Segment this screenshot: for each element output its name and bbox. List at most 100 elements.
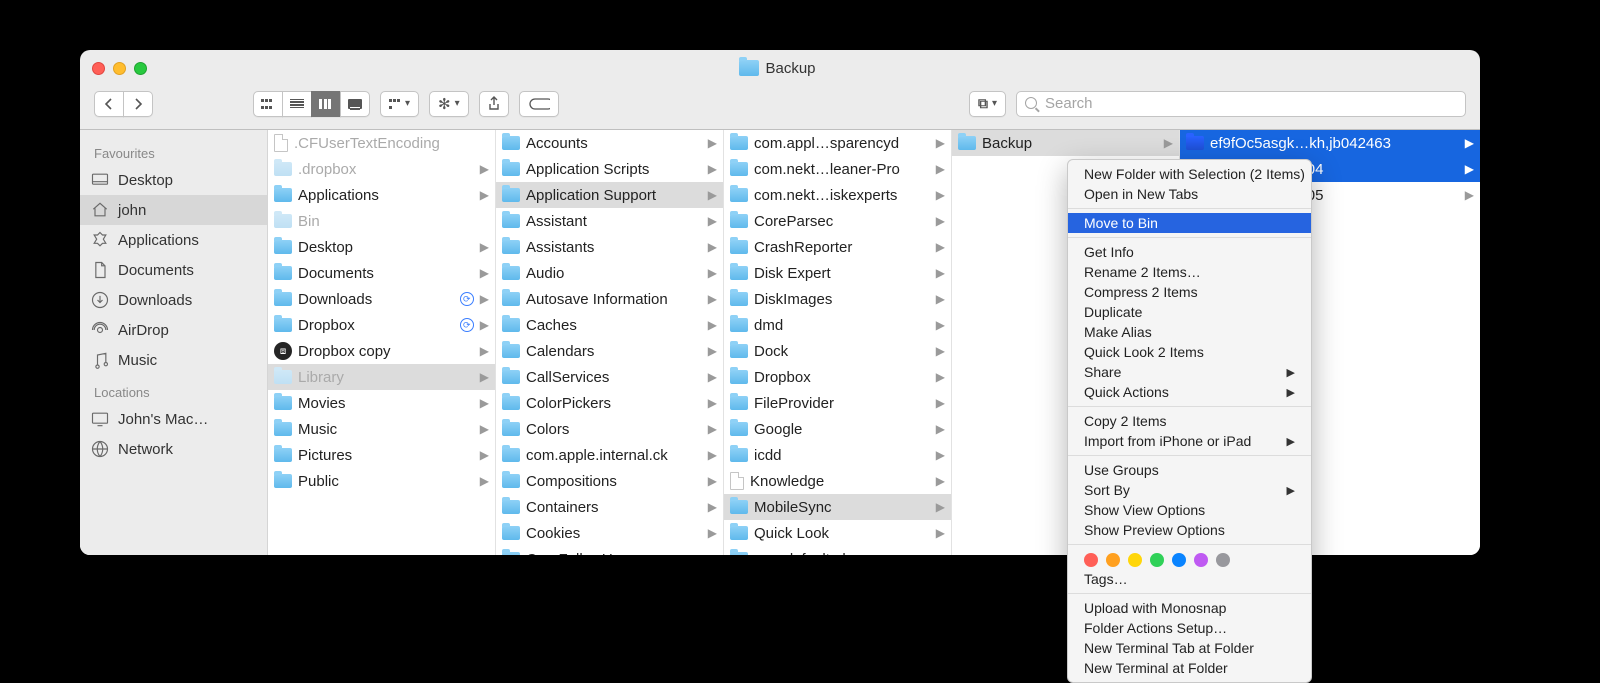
tag-color-dot[interactable] — [1216, 553, 1230, 567]
menu-item[interactable]: Move to Bin — [1068, 213, 1311, 233]
finder-item[interactable]: Accounts▶ — [496, 130, 723, 156]
finder-item[interactable]: ⧈Dropbox copy▶ — [268, 338, 495, 364]
finder-item[interactable]: dmd▶ — [724, 312, 951, 338]
finder-item[interactable]: Quick Look▶ — [724, 520, 951, 546]
finder-item[interactable]: com.appl…sparencyd▶ — [724, 130, 951, 156]
sidebar-item-downloads[interactable]: Downloads — [80, 285, 267, 315]
menu-item[interactable]: Sort By▶ — [1068, 480, 1311, 500]
menu-item[interactable]: Folder Actions Setup… — [1068, 618, 1311, 638]
group-by-button[interactable]: ▾ — [380, 91, 419, 117]
finder-item[interactable]: com.nekt…iskexperts▶ — [724, 182, 951, 208]
sidebar-item-desktop[interactable]: Desktop — [80, 165, 267, 195]
finder-item[interactable]: Colors▶ — [496, 416, 723, 442]
menu-item[interactable]: Quick Look 2 Items — [1068, 342, 1311, 362]
menu-item[interactable]: Import from iPhone or iPad▶ — [1068, 431, 1311, 451]
finder-item[interactable]: Documents▶ — [268, 260, 495, 286]
menu-item[interactable]: Duplicate — [1068, 302, 1311, 322]
finder-item[interactable]: Autosave Information▶ — [496, 286, 723, 312]
finder-item[interactable]: com.apple.internal.ck▶ — [496, 442, 723, 468]
finder-item[interactable]: Application Scripts▶ — [496, 156, 723, 182]
share-button[interactable] — [479, 91, 509, 117]
menu-item[interactable]: New Terminal at Folder — [1068, 658, 1311, 678]
tag-color-dot[interactable] — [1084, 553, 1098, 567]
menu-item[interactable]: Show Preview Options — [1068, 520, 1311, 540]
sidebar-item-airdrop[interactable]: AirDrop — [80, 315, 267, 345]
action-button[interactable]: ✻ ▾ — [429, 91, 469, 117]
menu-item[interactable]: Use Groups — [1068, 460, 1311, 480]
finder-column[interactable]: Accounts▶Application Scripts▶Application… — [496, 130, 724, 555]
view-gallery-button[interactable] — [340, 91, 370, 117]
finder-item[interactable]: CoreParsec▶ — [724, 208, 951, 234]
finder-item[interactable]: Dock▶ — [724, 338, 951, 364]
finder-item[interactable]: ef9fOc5asgk…kh,jb042463▶ — [1180, 130, 1480, 156]
finder-item[interactable]: Calendars▶ — [496, 338, 723, 364]
finder-item[interactable]: Containers▶ — [496, 494, 723, 520]
finder-item[interactable]: CrashReporter▶ — [724, 234, 951, 260]
finder-item[interactable]: FileProvider▶ — [724, 390, 951, 416]
finder-item[interactable]: Bin — [268, 208, 495, 234]
menu-item[interactable]: Quick Actions▶ — [1068, 382, 1311, 402]
menu-item[interactable]: Open in New Tabs — [1068, 184, 1311, 204]
view-columns-button[interactable] — [311, 91, 341, 117]
finder-item[interactable]: Desktop▶ — [268, 234, 495, 260]
finder-item[interactable]: Cookies▶ — [496, 520, 723, 546]
finder-item[interactable]: .dropbox▶ — [268, 156, 495, 182]
tags-button[interactable] — [519, 91, 559, 117]
finder-column[interactable]: com.appl…sparencyd▶com.nekt…leaner-Pro▶c… — [724, 130, 952, 555]
view-list-button[interactable] — [282, 91, 312, 117]
sidebar-item-john-s-mac-[interactable]: John's Mac… — [80, 404, 267, 434]
close-button[interactable] — [92, 62, 105, 75]
finder-item[interactable]: Dropbox⟳▶ — [268, 312, 495, 338]
zoom-button[interactable] — [134, 62, 147, 75]
view-icons-button[interactable] — [253, 91, 283, 117]
finder-item[interactable]: Public▶ — [268, 468, 495, 494]
sidebar-item-music[interactable]: Music — [80, 345, 267, 375]
finder-item[interactable]: CoreFollowUp▶ — [496, 546, 723, 555]
finder-item[interactable]: syncdefaultsd▶ — [724, 546, 951, 555]
finder-item[interactable]: Audio▶ — [496, 260, 723, 286]
finder-item[interactable]: Knowledge▶ — [724, 468, 951, 494]
menu-item[interactable]: Share▶ — [1068, 362, 1311, 382]
tag-color-dot[interactable] — [1172, 553, 1186, 567]
dropbox-toolbar-button[interactable]: ⧉ ▾ — [969, 91, 1006, 117]
finder-item[interactable]: Assistant▶ — [496, 208, 723, 234]
sidebar-item-john[interactable]: john — [80, 195, 267, 225]
finder-item[interactable]: Downloads⟳▶ — [268, 286, 495, 312]
minimize-button[interactable] — [113, 62, 126, 75]
menu-item[interactable]: New Folder with Selection (2 Items) — [1068, 164, 1311, 184]
finder-item[interactable]: CallServices▶ — [496, 364, 723, 390]
finder-item[interactable]: Application Support▶ — [496, 182, 723, 208]
finder-item[interactable]: Caches▶ — [496, 312, 723, 338]
tag-color-dot[interactable] — [1150, 553, 1164, 567]
finder-item[interactable]: ColorPickers▶ — [496, 390, 723, 416]
menu-item[interactable]: Rename 2 Items… — [1068, 262, 1311, 282]
search-field[interactable]: Search — [1016, 91, 1466, 117]
menu-item[interactable]: Tags… — [1068, 569, 1311, 589]
back-button[interactable] — [94, 91, 124, 117]
finder-item[interactable]: Pictures▶ — [268, 442, 495, 468]
menu-item[interactable]: Make Alias — [1068, 322, 1311, 342]
sidebar-item-network[interactable]: Network — [80, 434, 267, 464]
finder-item[interactable]: icdd▶ — [724, 442, 951, 468]
finder-item[interactable]: .CFUserTextEncoding — [268, 130, 495, 156]
menu-item[interactable]: Copy 2 Items — [1068, 411, 1311, 431]
finder-item[interactable]: Assistants▶ — [496, 234, 723, 260]
tag-color-dot[interactable] — [1128, 553, 1142, 567]
finder-item[interactable]: Disk Expert▶ — [724, 260, 951, 286]
finder-item[interactable]: Compositions▶ — [496, 468, 723, 494]
menu-item[interactable]: Compress 2 Items — [1068, 282, 1311, 302]
menu-item[interactable]: Upload with Monosnap — [1068, 598, 1311, 618]
sidebar-item-documents[interactable]: Documents — [80, 255, 267, 285]
tag-color-dot[interactable] — [1106, 553, 1120, 567]
finder-item[interactable]: DiskImages▶ — [724, 286, 951, 312]
finder-item[interactable]: com.nekt…leaner-Pro▶ — [724, 156, 951, 182]
finder-item[interactable]: Music▶ — [268, 416, 495, 442]
finder-column[interactable]: .CFUserTextEncoding.dropbox▶Applications… — [268, 130, 496, 555]
finder-item[interactable]: MobileSync▶ — [724, 494, 951, 520]
menu-item[interactable]: New Terminal Tab at Folder — [1068, 638, 1311, 658]
finder-item[interactable]: Applications▶ — [268, 182, 495, 208]
finder-item[interactable]: Movies▶ — [268, 390, 495, 416]
finder-item[interactable]: Library▶ — [268, 364, 495, 390]
tag-color-dot[interactable] — [1194, 553, 1208, 567]
finder-item[interactable]: Backup▶ — [952, 130, 1179, 156]
